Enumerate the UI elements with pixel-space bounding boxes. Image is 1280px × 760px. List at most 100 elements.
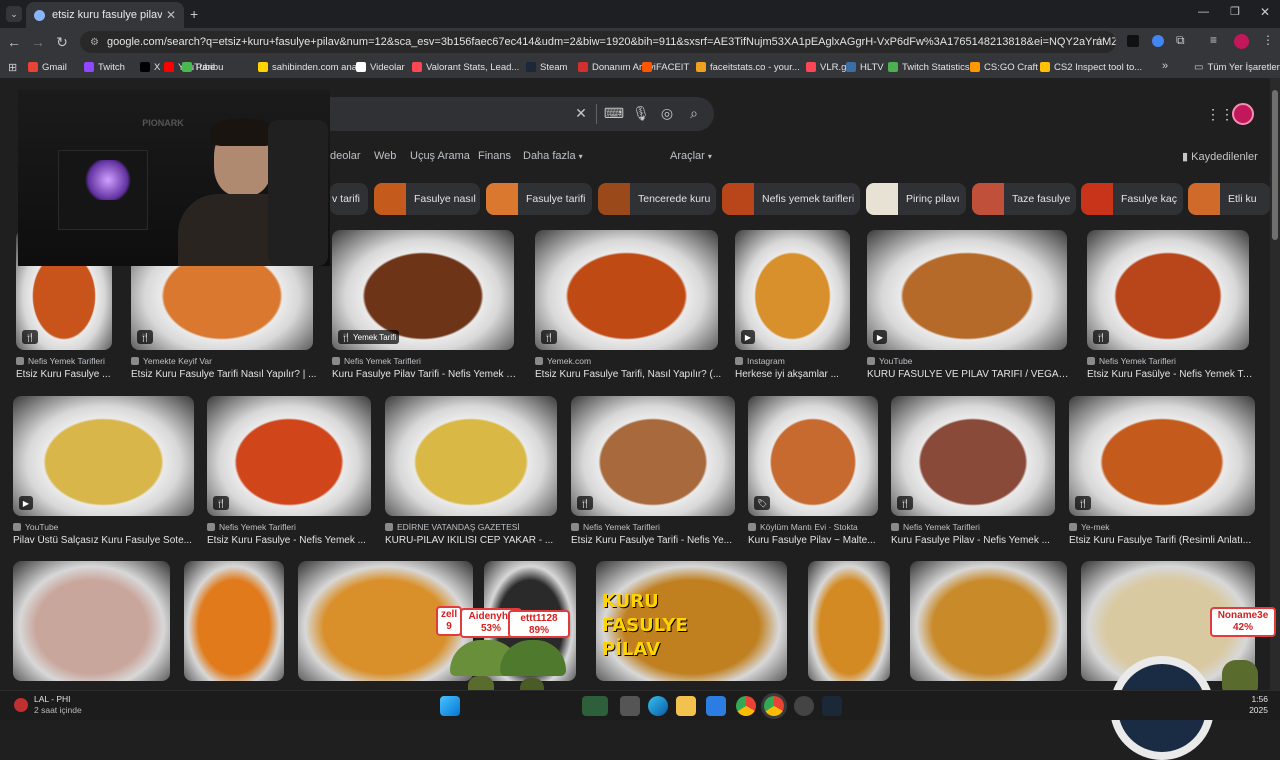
chip-1[interactable]: Fasulye nasıl	[374, 183, 480, 215]
result-thumbnail[interactable]	[13, 561, 170, 681]
result-thumbnail[interactable]: 🍴	[207, 396, 371, 516]
tab-search-button[interactable]: ⌄	[6, 6, 22, 22]
nav-tab-videos[interactable]: deolar	[330, 150, 361, 162]
edge-icon[interactable]	[648, 696, 668, 716]
bookmark-item[interactable]: CS2 Inspect tool to...	[1040, 56, 1142, 78]
bookmark-item[interactable]: HLTV	[846, 56, 884, 78]
result-title[interactable]: Kuru Fasulye Pilav ~ Malte...	[748, 535, 882, 546]
result-source[interactable]: Ye-mek	[1069, 522, 1255, 532]
result-title[interactable]: Etsiz Kuru Fasulye - Nefis Yemek ...	[207, 535, 375, 546]
nav-tab-flights[interactable]: Uçuş Arama	[410, 150, 470, 162]
new-tab-button[interactable]: +	[190, 6, 198, 22]
reload-icon[interactable]: ↻	[50, 30, 74, 54]
chip-4[interactable]: Nefis yemek tarifleri	[722, 183, 860, 215]
result-title[interactable]: Etsiz Kuru Fasülye - Nefis Yemek Ta...	[1087, 369, 1253, 380]
result-thumbnail[interactable]: 🍴	[535, 230, 718, 350]
back-icon[interactable]: ←	[2, 30, 26, 54]
bookmark-item[interactable]: faceitstats.co - your...	[696, 56, 800, 78]
result-title[interactable]: KURU-PİLAV İKİLİSİ CEP YAKAR - ...	[385, 535, 561, 546]
close-icon[interactable]: ✕	[166, 8, 176, 22]
bookmark-item[interactable]: Steam	[526, 56, 567, 78]
bookmark-item[interactable]: Videolar	[356, 56, 405, 78]
media-icon[interactable]: ≡	[1210, 33, 1217, 47]
result-title[interactable]: Etsiz Kuru Fasulye Tarifi (Resimli Anlat…	[1069, 535, 1259, 546]
bookmark-item[interactable]: Twitch	[84, 56, 125, 78]
result-title[interactable]: Herkese iyi akşamlar ...	[735, 369, 854, 380]
search-icon[interactable]: ⌕	[685, 104, 703, 122]
bookmark-item[interactable]: sahibinden.com ana...	[258, 56, 365, 78]
minimize-button[interactable]: —	[1198, 6, 1209, 18]
chip-8[interactable]: Etli ku	[1188, 183, 1270, 215]
bookmark-item[interactable]: Twitch Statistics	[888, 56, 970, 78]
bookmark-item[interactable]: Paribu	[182, 56, 223, 78]
bookmark-item[interactable]: VLR.gg	[806, 56, 852, 78]
result-title[interactable]: Etsiz Kuru Fasulye Tarifi - Nefis Ye...	[571, 535, 739, 546]
chip-6[interactable]: Taze fasulye	[972, 183, 1076, 215]
bookmark-item[interactable]: Gmail	[28, 56, 67, 78]
result-source[interactable]: YouTube	[13, 522, 194, 532]
result-thumbnail[interactable]: 🍴	[1087, 230, 1249, 350]
nav-tab-web[interactable]: Web	[374, 150, 396, 162]
chip-3[interactable]: Tencerede kuru	[598, 183, 716, 215]
extensions-puzzle-icon[interactable]: ⧉	[1176, 33, 1185, 48]
result-thumbnail[interactable]	[184, 561, 284, 681]
result-thumbnail[interactable]: 🍴	[1069, 396, 1255, 516]
result-title[interactable]: Kuru Fasulye Pilav Tarifi - Nefis Yemek …	[332, 369, 518, 380]
result-source[interactable]: Yemekte Keyif Var	[131, 356, 313, 366]
result-source[interactable]: Nefis Yemek Tarifleri	[16, 356, 112, 366]
result-thumbnail[interactable]: 🏷	[748, 396, 878, 516]
keyboard-icon[interactable]: ⌨	[604, 104, 624, 122]
result-title[interactable]: KURU FASULYE VE PİLAV TARİFİ / VEGAN...	[867, 369, 1071, 380]
account-avatar[interactable]	[1232, 103, 1254, 125]
chip-0[interactable]: v tarifi	[330, 183, 368, 215]
address-bar[interactable]: ⚙ google.com/search?q=etsiz+kuru+fasulye…	[80, 31, 1116, 53]
result-thumbnail[interactable]	[385, 396, 557, 516]
maximize-button[interactable]: ❐	[1230, 5, 1240, 18]
tab-google-search[interactable]: etsiz kuru fasulye pilav - Googl ✕	[26, 2, 184, 28]
google-apps-icon[interactable]: ⋮⋮	[1206, 106, 1234, 123]
extension-icon[interactable]	[1152, 35, 1164, 47]
result-source[interactable]: EDİRNE VATANDAŞ GAZETESİ	[385, 522, 557, 532]
result-thumbnail[interactable]: 🍴	[891, 396, 1055, 516]
clear-icon[interactable]: ✕	[572, 104, 590, 122]
more-bookmarks-icon[interactable]: »	[1162, 60, 1168, 72]
all-bookmarks[interactable]: ▭ Tüm Yer İşaretleri	[1194, 56, 1280, 78]
result-thumbnail[interactable]: ▶	[13, 396, 194, 516]
result-source[interactable]: Nefis Yemek Tarifleri	[332, 356, 514, 366]
menu-kebab-icon[interactable]: ⋮	[1262, 33, 1274, 47]
nav-tab-more[interactable]: Daha fazla ▾	[523, 150, 583, 162]
weather-widget[interactable]: LAL - PHI 2 saat içinde	[14, 694, 82, 716]
search-taskbar-icon[interactable]	[582, 696, 608, 716]
result-thumbnail[interactable]: ▶	[867, 230, 1067, 350]
mail-icon[interactable]	[706, 696, 726, 716]
chrome-icon[interactable]	[736, 696, 756, 716]
task-view-icon[interactable]	[620, 696, 640, 716]
app-icon[interactable]	[794, 696, 814, 716]
nav-tab-finance[interactable]: Finans	[478, 150, 511, 162]
result-source[interactable]: Nefis Yemek Tarifleri	[1087, 356, 1249, 366]
result-title[interactable]: Etsiz Kuru Fasulye Tarifi, Nasıl Yapılır…	[535, 369, 722, 380]
result-source[interactable]: Instagram	[735, 356, 850, 366]
result-title[interactable]: Pilav Üstü Salçasız Kuru Fasulye Sote...	[13, 535, 198, 546]
forward-icon[interactable]: →	[26, 30, 50, 54]
profile-avatar[interactable]	[1234, 34, 1249, 49]
file-explorer-icon[interactable]	[676, 696, 696, 716]
result-source[interactable]: Nefis Yemek Tarifleri	[891, 522, 1055, 532]
result-title[interactable]: Etsiz Kuru Fasulye ...	[16, 369, 116, 380]
tools-button[interactable]: Araçlar ▾	[670, 150, 712, 162]
bookmark-item[interactable]: FACEIT	[642, 56, 689, 78]
result-source[interactable]: YouTube	[867, 356, 1067, 366]
result-source[interactable]: Nefis Yemek Tarifleri	[571, 522, 735, 532]
result-source[interactable]: Nefis Yemek Tarifleri	[207, 522, 371, 532]
result-thumbnail[interactable]: ▶	[735, 230, 850, 350]
lens-icon[interactable]: ◎	[658, 104, 676, 122]
bookmark-item[interactable]: Valorant Stats, Lead...	[412, 56, 519, 78]
microphone-icon[interactable]: 🎙	[632, 104, 650, 122]
saved-button[interactable]: ▮ Kaydedilenler	[1182, 150, 1258, 163]
result-thumbnail[interactable]	[808, 561, 890, 681]
result-source[interactable]: Köylüm Mantı Evi · Stokta	[748, 522, 878, 532]
chrome-active-icon[interactable]	[764, 696, 784, 716]
chip-5[interactable]: Pirinç pilavı	[866, 183, 966, 215]
steam-icon[interactable]	[822, 696, 842, 716]
apps-grid-icon[interactable]: ⊞	[8, 61, 17, 74]
